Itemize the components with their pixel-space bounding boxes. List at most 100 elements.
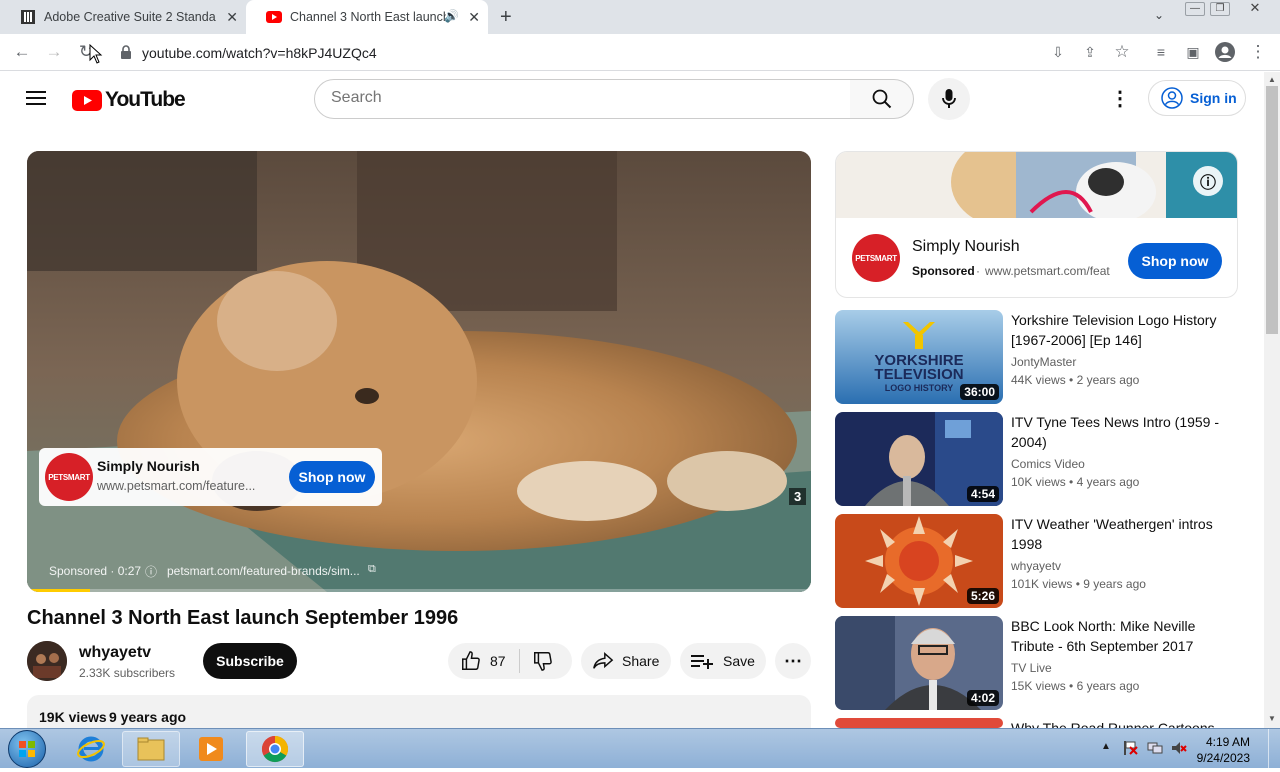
- search-icon: [872, 89, 891, 109]
- more-horizontal-icon: ⋯: [784, 650, 802, 671]
- info-icon[interactable]: ⓘ: [145, 563, 157, 580]
- video-thumbnail[interactable]: 4:02: [835, 616, 1003, 710]
- show-hidden-icons-icon[interactable]: ▲: [1101, 741, 1111, 752]
- channel-name[interactable]: whyayetv: [79, 644, 151, 662]
- side-panel-icon[interactable]: ▣: [1181, 40, 1205, 64]
- close-window-button[interactable]: ✕: [1240, 1, 1270, 16]
- show-desktop-button[interactable]: [1268, 729, 1280, 769]
- chrome-menu-icon[interactable]: ⋮: [1246, 40, 1270, 64]
- taskbar-media-player[interactable]: [182, 731, 240, 767]
- rec-title[interactable]: ITV Tyne Tees News Intro (1959 - 2004): [1011, 412, 1231, 452]
- browser-tab-adobe[interactable]: Adobe Creative Suite 2 Standard ✕: [0, 0, 246, 34]
- video-player[interactable]: PETSMART Simply Nourish www.petsmart.com…: [27, 151, 811, 592]
- video-thumbnail[interactable]: 4:54: [835, 412, 1003, 506]
- sidebar-shop-now-button[interactable]: Shop now: [1128, 243, 1222, 279]
- player-ad-card[interactable]: PETSMART Simply Nourish www.petsmart.com…: [39, 448, 382, 506]
- bookmark-star-icon[interactable]: ☆: [1110, 40, 1134, 64]
- hamburger-menu-icon[interactable]: [26, 89, 46, 112]
- sign-in-button[interactable]: Sign in: [1148, 80, 1246, 116]
- rec-title[interactable]: Yorkshire Television Logo History [1967-…: [1011, 310, 1231, 350]
- save-button[interactable]: Save: [680, 643, 766, 679]
- taskbar-file-explorer[interactable]: [122, 731, 180, 767]
- like-button[interactable]: 87: [448, 643, 518, 679]
- mouse-cursor-icon: [89, 44, 103, 64]
- scrollbar-thumb[interactable]: [1266, 86, 1278, 334]
- share-arrow-icon: [593, 652, 614, 669]
- address-bar[interactable]: youtube.com/watch?v=h8kPJ4UZQc4: [108, 37, 1138, 68]
- thumb-text: TELEVISION: [874, 366, 964, 383]
- more-actions-button[interactable]: ⋯: [775, 643, 811, 679]
- ad-banner-image: [836, 152, 1237, 218]
- rec-title[interactable]: BBC Look North: Mike Neville Tribute - 6…: [1011, 616, 1231, 656]
- url-text: youtube.com/watch?v=h8kPJ4UZQc4: [142, 45, 377, 61]
- sidebar-ad-url[interactable]: www.petsmart.com/feat: [985, 264, 1117, 278]
- search-button[interactable]: [850, 79, 914, 119]
- close-tab-icon[interactable]: ✕: [226, 9, 238, 26]
- rec-title[interactable]: ITV Weather 'Weathergen' intros 1998: [1011, 514, 1231, 554]
- settings-more-icon[interactable]: ⋮: [1110, 86, 1130, 111]
- system-clock[interactable]: 4:19 AM 9/24/2023: [1197, 734, 1250, 766]
- restore-button[interactable]: ❐: [1210, 2, 1230, 16]
- media-controls-icon[interactable]: ≡: [1149, 40, 1173, 64]
- video-thumbnail[interactable]: [835, 718, 1003, 728]
- taskbar-chrome[interactable]: [246, 731, 304, 767]
- search-input[interactable]: [331, 89, 831, 107]
- list-item[interactable]: 5:26 ITV Weather 'Weathergen' intros 199…: [835, 514, 1238, 608]
- browser-tab-youtube[interactable]: Channel 3 North East launch 🔊 ✕: [246, 0, 488, 34]
- scroll-up-arrow-icon[interactable]: ▲: [1268, 75, 1276, 84]
- voice-search-button[interactable]: [928, 78, 970, 120]
- share-button[interactable]: Share: [581, 643, 671, 679]
- youtube-logo-text: YouTube: [105, 88, 186, 111]
- audio-playing-icon[interactable]: 🔊: [444, 9, 459, 23]
- tab-search-chevron-icon[interactable]: ⌄: [1154, 8, 1164, 22]
- list-item[interactable]: Why The Road Runner Cartoons: [835, 718, 1238, 728]
- action-center-flag-icon[interactable]: [1122, 740, 1138, 756]
- search-box[interactable]: [314, 79, 852, 119]
- ad-info-icon[interactable]: ⓘ: [1193, 166, 1223, 196]
- ad-card-shop-now-button[interactable]: Shop now: [289, 461, 375, 493]
- share-page-icon[interactable]: ⇪: [1078, 40, 1102, 64]
- network-icon[interactable]: [1147, 740, 1163, 756]
- rec-channel[interactable]: whyayetv: [1011, 559, 1061, 573]
- dislike-button[interactable]: [520, 643, 572, 679]
- chrome-icon: [261, 735, 289, 763]
- rec-views: 101K views: [1011, 577, 1073, 591]
- new-tab-button[interactable]: +: [500, 6, 512, 29]
- profile-icon[interactable]: [1213, 40, 1237, 64]
- close-tab-icon[interactable]: ✕: [468, 9, 480, 26]
- share-label: Share: [622, 653, 660, 669]
- adobe-favicon-icon: [21, 10, 35, 24]
- rec-title[interactable]: Why The Road Runner Cartoons: [1011, 718, 1231, 728]
- channel-avatar[interactable]: [27, 641, 67, 681]
- youtube-logo[interactable]: YouTube: [72, 88, 186, 112]
- install-app-icon[interactable]: ⇩: [1046, 40, 1070, 64]
- subscribe-button[interactable]: Subscribe: [203, 643, 297, 679]
- save-label: Save: [723, 653, 755, 669]
- scroll-down-arrow-icon[interactable]: ▼: [1268, 714, 1276, 723]
- list-item[interactable]: YORKSHIRE TELEVISION LOGO HISTORY 36:00 …: [835, 310, 1238, 404]
- list-item[interactable]: 4:02 BBC Look North: Mike Neville Tribut…: [835, 616, 1238, 710]
- volume-muted-icon[interactable]: [1171, 740, 1187, 756]
- video-thumbnail[interactable]: YORKSHIRE TELEVISION LOGO HISTORY 36:00: [835, 310, 1003, 404]
- rec-channel[interactable]: TV Live: [1011, 661, 1052, 675]
- back-arrow-icon[interactable]: ←: [10, 40, 34, 64]
- sidebar-ad-sponsored: Sponsored: [912, 264, 975, 278]
- tab-title: Adobe Creative Suite 2 Standard: [44, 10, 216, 24]
- video-thumbnail[interactable]: 5:26: [835, 514, 1003, 608]
- minimize-button[interactable]: —: [1185, 2, 1205, 16]
- ad-progress-track[interactable]: [27, 589, 811, 592]
- sidebar-ad-panel[interactable]: ⓘ PETSMART Simply Nourish Sponsored · ww…: [835, 151, 1238, 298]
- youtube-header: YouTube ⋮ Sign in: [0, 72, 1264, 128]
- youtube-favicon-icon: [266, 11, 282, 23]
- ad-link[interactable]: petsmart.com/featured-brands/sim...: [167, 564, 360, 578]
- list-item[interactable]: 4:54 ITV Tyne Tees News Intro (1959 - 20…: [835, 412, 1238, 506]
- rec-age: 4 years ago: [1076, 475, 1140, 489]
- rec-channel[interactable]: Comics Video: [1011, 457, 1085, 471]
- page-scrollbar[interactable]: ▲ ▼: [1264, 72, 1280, 728]
- rec-views: 44K views: [1011, 373, 1066, 387]
- forward-arrow-icon[interactable]: →: [42, 40, 66, 64]
- start-button[interactable]: [8, 730, 46, 768]
- petsmart-logo-icon: PETSMART: [852, 234, 900, 282]
- taskbar-internet-explorer[interactable]: [62, 731, 120, 767]
- rec-channel[interactable]: JontyMaster: [1011, 355, 1076, 369]
